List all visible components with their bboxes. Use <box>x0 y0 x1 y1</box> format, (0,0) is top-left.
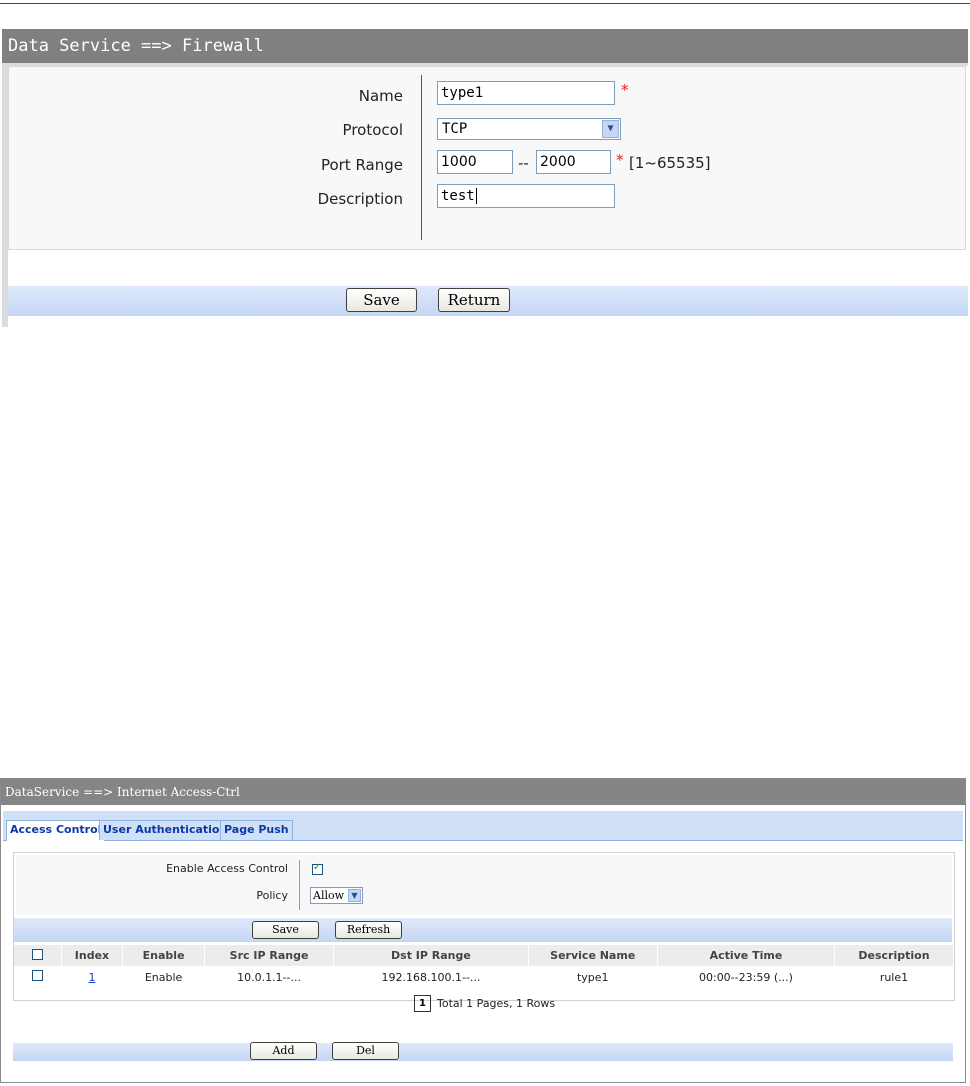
enable-access-control-checkbox[interactable] <box>312 862 323 875</box>
select-all-checkbox[interactable] <box>31 948 43 960</box>
cell-active-time: 00:00--23:59 (...) <box>698 970 793 984</box>
row-select-cell <box>14 966 61 988</box>
form-divider <box>421 75 422 240</box>
index-link[interactable]: 1 <box>88 971 95 984</box>
header-service-name: Service Name <box>528 945 658 966</box>
name-field[interactable]: type1 <box>437 81 615 105</box>
access-control-form: Enable Access Control Policy Allow ▼ <box>16 855 952 915</box>
access-ctrl-panel: DataService ==> Internet Access-Ctrl Acc… <box>0 778 966 1083</box>
cell-index: 1 <box>61 966 123 988</box>
del-button[interactable]: Del <box>332 1042 399 1060</box>
access-control-content: Enable Access Control Policy Allow ▼ Sav… <box>13 852 955 1012</box>
policy-selected-value: Allow <box>313 889 345 902</box>
tab-bar: Access Control User Authentication Page … <box>3 811 963 841</box>
port-from-field[interactable]: 1000 <box>437 150 513 174</box>
protocol-selected-value: TCP <box>442 121 468 137</box>
cell-enable: Enable <box>144 970 183 984</box>
save-button[interactable]: Save <box>252 921 319 939</box>
cell-dst-ip-range: 192.168.100.1--... <box>381 970 481 984</box>
chevron-down-icon[interactable]: ▼ <box>602 120 619 138</box>
port-required-mark: * <box>616 151 624 169</box>
policy-select[interactable]: Allow ▼ <box>310 887 363 904</box>
tab-page-push[interactable]: Page Push <box>220 820 293 840</box>
firewall-panel: Data Service ==> Firewall Name type1 * P… <box>2 29 968 352</box>
description-label: Description <box>317 190 403 208</box>
firewall-form: Name type1 * Protocol TCP ▼ Port Range 1… <box>8 66 966 250</box>
firewall-panel-body: Name type1 * Protocol TCP ▼ Port Range 1… <box>8 66 968 352</box>
refresh-button[interactable]: Refresh <box>335 921 402 939</box>
select-all-header <box>14 945 62 966</box>
rules-table: Index Enable Src IP Range Dst IP Range S… <box>14 945 955 988</box>
port-range-label: Port Range <box>320 156 403 174</box>
header-description: Description <box>834 945 955 966</box>
name-required-mark: * <box>621 81 629 99</box>
return-button[interactable]: Return <box>438 288 510 312</box>
save-button[interactable]: Save <box>346 288 417 312</box>
table-row: 1 Enable 10.0.1.1--... 192.168.100.1--..… <box>14 966 954 988</box>
page-top-rule <box>0 0 970 4</box>
firewall-panel-title: Data Service ==> Firewall <box>2 29 968 63</box>
header-enable: Enable <box>122 945 205 966</box>
header-dst-ip-range: Dst IP Range <box>333 945 529 966</box>
header-active-time: Active Time <box>657 945 835 966</box>
access-ctrl-panel-title: DataService ==> Internet Access-Ctrl <box>1 779 965 805</box>
tab-user-authentication[interactable]: User Authentication <box>99 820 232 840</box>
form-divider <box>299 860 300 910</box>
pagination-current-page[interactable]: 1 <box>414 995 431 1012</box>
description-field[interactable]: test <box>437 184 615 208</box>
header-src-ip-range: Src IP Range <box>204 945 335 966</box>
tab-access-control[interactable]: Access Control <box>6 820 106 841</box>
name-label: Name <box>358 87 403 105</box>
cell-service-name: type1 <box>576 970 609 984</box>
protocol-select[interactable]: TCP ▼ <box>437 118 621 140</box>
header-index: Index <box>61 945 124 966</box>
table-header-row: Index Enable Src IP Range Dst IP Range S… <box>14 945 955 966</box>
port-range-hint: [1~65535] <box>629 154 711 172</box>
bottom-button-bar <box>13 1043 953 1061</box>
add-button[interactable]: Add <box>250 1042 317 1060</box>
pagination-summary: Total 1 Pages, 1 Rows <box>437 997 556 1010</box>
port-range-separator: -- <box>518 154 529 172</box>
policy-label: Policy <box>256 889 288 902</box>
text-cursor <box>475 188 477 204</box>
row-checkbox[interactable] <box>32 970 43 981</box>
port-to-field[interactable]: 2000 <box>536 150 611 174</box>
cell-src-ip-range: 10.0.1.1--... <box>237 970 301 984</box>
cell-description: rule1 <box>879 970 909 984</box>
button-bar <box>14 918 952 942</box>
chevron-down-icon[interactable]: ▼ <box>348 889 361 902</box>
protocol-label: Protocol <box>342 121 403 139</box>
enable-access-control-label: Enable Access Control <box>166 862 288 875</box>
description-value: test <box>441 188 475 204</box>
